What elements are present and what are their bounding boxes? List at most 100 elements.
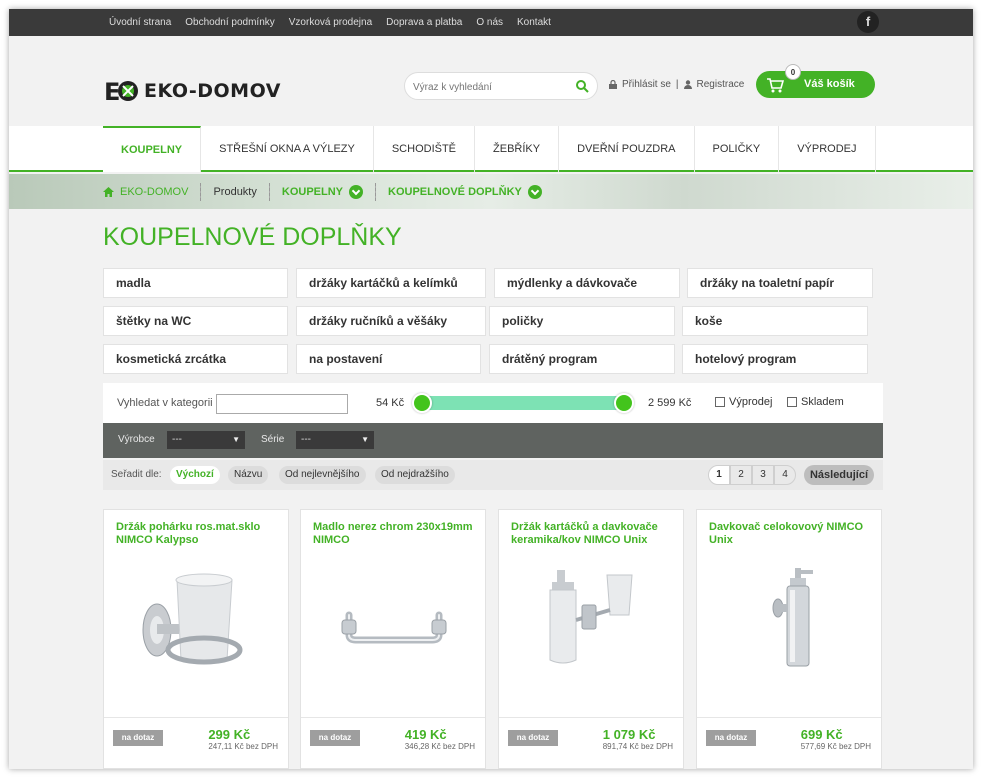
breadcrumb-separator bbox=[200, 182, 202, 201]
category-cosmetic-mirrors[interactable]: kosmetická zrcátka bbox=[103, 344, 288, 374]
page-1[interactable]: 1 bbox=[708, 465, 730, 485]
nav-tab-bathrooms[interactable]: KOUPELNY bbox=[103, 126, 202, 172]
product-name[interactable]: Držák kartáčků a davkovače keramika/kov … bbox=[511, 521, 676, 547]
product-name[interactable]: Držák pohárku ros.mat.sklo NIMCO Kalypso bbox=[116, 521, 281, 547]
price-without-vat: 577,69 Kč bez DPH bbox=[800, 742, 871, 751]
inquiry-button[interactable]: na dotaz bbox=[508, 730, 558, 746]
breadcrumb-home[interactable]: EKO-DOMOV bbox=[120, 186, 188, 198]
chevron-down-icon[interactable] bbox=[527, 184, 542, 199]
nav-tab-sale[interactable]: VÝPRODEJ bbox=[779, 126, 876, 172]
price-slider-max-handle[interactable] bbox=[614, 393, 634, 413]
sale-checkbox[interactable] bbox=[715, 397, 725, 407]
product-image-soap-dispenser[interactable] bbox=[710, 560, 870, 690]
pagination: 1 2 3 4 bbox=[708, 465, 796, 485]
page-2[interactable]: 2 bbox=[730, 465, 752, 485]
sort-default[interactable]: Výchozí bbox=[170, 466, 220, 484]
lock-icon bbox=[609, 80, 617, 89]
product-image-cup-holder[interactable] bbox=[117, 560, 277, 690]
page-frame: Úvodní strana Obchodní podmínky Vzorková… bbox=[9, 9, 973, 769]
logo-mark-icon: E bbox=[104, 78, 138, 104]
cart-button[interactable]: 0 Váš košík bbox=[756, 64, 875, 98]
sale-checkbox-label: Výprodej bbox=[729, 396, 773, 408]
product-card[interactable]: Držák kartáčků a davkovače keramika/kov … bbox=[498, 509, 684, 769]
nav-tab-stairs[interactable]: SCHODIŠTĚ bbox=[374, 126, 476, 172]
product-name[interactable]: Davkovač celokovový NIMCO Unix bbox=[709, 521, 874, 547]
facebook-icon[interactable]: f bbox=[857, 11, 879, 33]
top-nav-terms[interactable]: Obchodní podmínky bbox=[185, 17, 275, 28]
logo-text: EKO-DOMOV bbox=[144, 80, 281, 102]
category-freestanding[interactable]: na postavení bbox=[296, 344, 481, 374]
price-without-vat: 891,74 Kč bez DPH bbox=[602, 742, 673, 751]
top-nav-showroom[interactable]: Vzorková prodejna bbox=[289, 17, 372, 28]
breadcrumb-bathrooms[interactable]: KOUPELNY bbox=[282, 186, 343, 198]
category-shelves[interactable]: poličky bbox=[489, 306, 675, 336]
category-search-input[interactable] bbox=[216, 394, 348, 414]
series-select[interactable]: --- bbox=[296, 431, 374, 449]
inquiry-button[interactable]: na dotaz bbox=[310, 730, 360, 746]
price-slider-min-handle[interactable] bbox=[412, 393, 432, 413]
sale-filter[interactable]: Výprodej bbox=[715, 396, 772, 408]
top-nav-about[interactable]: O nás bbox=[476, 17, 503, 28]
category-soap-dispensers[interactable]: mýdlenky a dávkovače bbox=[494, 268, 680, 298]
main-nav: KOUPELNY STŘEŠNÍ OKNA A VÝLEZY SCHODIŠTĚ… bbox=[9, 126, 973, 172]
category-wire-program[interactable]: drátěný program bbox=[489, 344, 675, 374]
product-name[interactable]: Madlo nerez chrom 230x19mm NIMCO bbox=[313, 521, 478, 547]
nav-tab-shelves[interactable]: POLIČKY bbox=[695, 126, 780, 172]
attribute-filter-bar: Výrobce --- Série --- bbox=[103, 423, 883, 458]
product-card[interactable]: Madlo nerez chrom 230x19mm NIMCO na dota… bbox=[300, 509, 486, 769]
search-icon[interactable] bbox=[575, 79, 589, 93]
stock-checkbox-label: Skladem bbox=[801, 396, 844, 408]
category-bins[interactable]: koše bbox=[682, 306, 868, 336]
product-card[interactable]: Davkovač celokovový NIMCO Unix na dotaz … bbox=[696, 509, 882, 769]
category-toilet-brushes[interactable]: štětky na WC bbox=[103, 306, 288, 336]
stock-filter[interactable]: Skladem bbox=[787, 396, 844, 408]
card-divider bbox=[697, 717, 881, 718]
register-link[interactable]: Registrace bbox=[697, 79, 745, 90]
header: E EKO-DOMOV Přihlásit se | Registrace bbox=[9, 36, 973, 126]
top-nav-shipping[interactable]: Doprava a platba bbox=[386, 17, 462, 28]
home-icon bbox=[103, 186, 114, 197]
chevron-down-icon[interactable] bbox=[349, 184, 363, 199]
svg-text:E: E bbox=[104, 78, 120, 104]
inquiry-button[interactable]: na dotaz bbox=[706, 730, 756, 746]
page-4[interactable]: 4 bbox=[774, 465, 796, 485]
nav-tab-roof-windows[interactable]: STŘEŠNÍ OKNA A VÝLEZY bbox=[201, 126, 374, 172]
price-slider-track[interactable] bbox=[421, 396, 625, 410]
page-3[interactable]: 3 bbox=[752, 465, 774, 485]
logo[interactable]: E EKO-DOMOV bbox=[104, 78, 281, 104]
top-nav-contact[interactable]: Kontakt bbox=[517, 17, 551, 28]
manufacturer-select[interactable]: --- bbox=[167, 431, 245, 449]
product-image-brush-and-dispenser-holder[interactable] bbox=[512, 560, 672, 690]
price-min-label: 54 Kč bbox=[376, 397, 405, 409]
series-label: Série bbox=[261, 434, 285, 445]
product-price: 419 Kč 346,28 Kč bez DPH bbox=[405, 727, 475, 751]
breadcrumb-products[interactable]: Produkty bbox=[213, 186, 256, 198]
product-card[interactable]: Držák pohárku ros.mat.sklo NIMCO Kalypso… bbox=[103, 509, 289, 769]
sort-label: Seřadit dle: bbox=[111, 469, 162, 480]
sort-by-name[interactable]: Názvu bbox=[228, 466, 269, 484]
card-divider bbox=[499, 717, 683, 718]
search-input[interactable] bbox=[413, 79, 573, 95]
breadcrumb-separator bbox=[268, 182, 270, 201]
category-toilet-paper-holders[interactable]: držáky na toaletní papír bbox=[687, 268, 873, 298]
card-divider bbox=[104, 717, 288, 718]
category-grab-bars[interactable]: madla bbox=[103, 268, 288, 298]
stock-checkbox[interactable] bbox=[787, 397, 797, 407]
login-link[interactable]: Přihlásit se bbox=[622, 79, 671, 90]
category-hotel-program[interactable]: hotelový program bbox=[682, 344, 868, 374]
inquiry-button[interactable]: na dotaz bbox=[113, 730, 163, 746]
cart-label: Váš košík bbox=[804, 78, 855, 90]
next-page-button[interactable]: Následující bbox=[804, 465, 874, 485]
product-image-grab-bar[interactable] bbox=[314, 560, 474, 690]
category-towel-holders[interactable]: držáky ručníků a věšáky bbox=[296, 306, 486, 336]
nav-tab-door-pockets[interactable]: DVEŘNÍ POUZDRA bbox=[559, 126, 695, 172]
filter-panel: Vyhledat v kategorii 54 Kč 2 599 Kč Výpr… bbox=[103, 383, 883, 423]
sort-cheapest[interactable]: Od nejlevnějšího bbox=[279, 466, 366, 484]
sort-most-expensive[interactable]: Od nejdražšího bbox=[375, 466, 455, 484]
category-brush-holders[interactable]: držáky kartáčků a kelímků bbox=[296, 268, 486, 298]
price-with-vat: 1 079 Kč bbox=[602, 727, 656, 742]
breadcrumb-current: KOUPELNOVÉ DOPLŇKY bbox=[388, 185, 522, 198]
top-nav-home[interactable]: Úvodní strana bbox=[109, 17, 171, 28]
sort-bar: Seřadit dle: Výchozí Názvu Od nejlevnějš… bbox=[103, 460, 883, 490]
nav-tab-ladders[interactable]: ŽEBŘÍKY bbox=[475, 126, 560, 172]
